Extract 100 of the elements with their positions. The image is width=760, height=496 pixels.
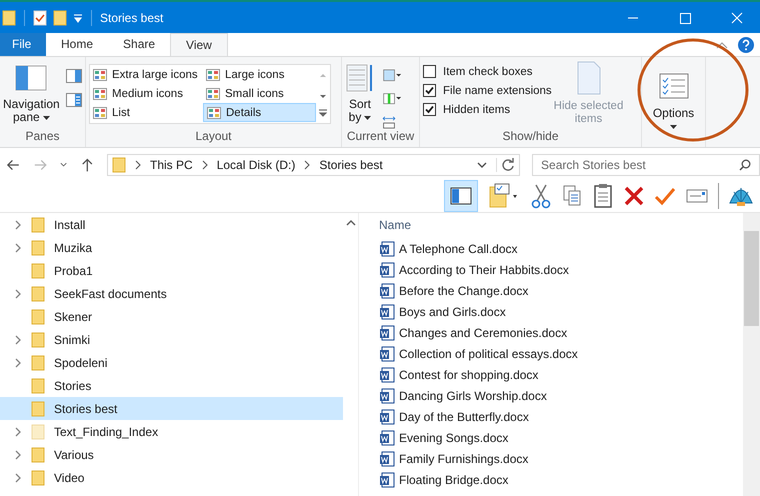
expand-chevron-icon[interactable] (14, 288, 22, 298)
search-field[interactable]: Search Stories best (532, 154, 760, 176)
layout-icon (93, 68, 107, 80)
preview-pane-icon[interactable] (444, 180, 478, 212)
chevron-icon[interactable] (303, 160, 312, 170)
folder-icon[interactable] (2, 10, 16, 26)
document-icon (379, 408, 395, 424)
tree-item[interactable]: Stories (0, 374, 343, 397)
tree-item[interactable]: Snimki (0, 328, 343, 351)
ribbon-tab[interactable]: View (170, 33, 228, 56)
scroll-up-icon[interactable] (346, 219, 356, 227)
dropdown-icon[interactable] (476, 160, 488, 170)
document-icon (379, 324, 395, 340)
size-columns-icon[interactable] (381, 116, 397, 129)
file-item[interactable]: A Telephone Call.docx (379, 238, 743, 259)
group-label: Panes (24, 129, 61, 145)
expand-chevron-icon[interactable] (14, 220, 22, 230)
document-icon (379, 430, 395, 446)
checkbox-label: Hidden items (443, 104, 510, 116)
tree-item[interactable]: Proba1 (0, 259, 343, 282)
layout-option[interactable]: List (90, 103, 203, 122)
tree-item[interactable]: Muzika (0, 236, 343, 259)
paste-icon[interactable] (592, 183, 614, 209)
folder-icon (112, 157, 126, 173)
checkbox[interactable] (423, 65, 436, 78)
navigation-pane-icon (15, 63, 48, 93)
document-icon (379, 472, 395, 488)
refresh-icon[interactable] (496, 158, 516, 172)
details-pane-icon[interactable] (66, 93, 82, 107)
expand-chevron-icon[interactable] (14, 242, 22, 252)
address-bar[interactable]: This PC Local Disk (D:) Stories best (107, 154, 520, 176)
file-item[interactable]: Floating Bridge.docx (379, 469, 743, 490)
layout-icon (206, 88, 220, 100)
file-item[interactable]: According to Their Habbits.docx (379, 259, 743, 280)
chevron-icon[interactable] (200, 160, 209, 170)
layout-icon (206, 68, 220, 80)
checkbox[interactable] (423, 103, 436, 116)
help-icon[interactable] (738, 36, 754, 52)
breadcrumb[interactable]: Local Disk (D:) (216, 158, 296, 172)
chevron-icon[interactable] (134, 160, 142, 170)
layout-option[interactable]: Details (203, 103, 316, 122)
expand-chevron-icon[interactable] (14, 426, 22, 436)
sort-by-button[interactable]: Sort by (345, 61, 375, 129)
search-icon (739, 159, 752, 171)
layout-icon (93, 88, 107, 100)
file-item[interactable]: Evening Songs.docx (379, 427, 743, 448)
document-icon (379, 262, 395, 278)
breadcrumb[interactable]: This PC (150, 158, 193, 172)
tree-item[interactable]: Text_Finding_Index (0, 420, 343, 443)
file-item[interactable]: Contest for shopping.docx (379, 364, 743, 385)
breadcrumb[interactable]: Stories best (319, 158, 383, 172)
file-item[interactable]: Boys and Girls.docx (379, 301, 743, 322)
tree-item[interactable]: Install (0, 213, 343, 236)
tree-item[interactable]: Skener (0, 305, 343, 328)
expand-chevron-icon[interactable] (14, 334, 22, 344)
layout-option[interactable]: Small icons (203, 84, 316, 103)
add-columns-icon[interactable] (381, 92, 403, 106)
file-item[interactable]: Family Furnishings.docx (379, 448, 743, 469)
group-label: Show/hide (501, 129, 560, 145)
layout-option[interactable]: Large icons (203, 65, 316, 84)
collapse-ribbon-icon[interactable] (716, 40, 728, 48)
ribbon-tab[interactable]: Home (46, 33, 108, 56)
document-icon (379, 450, 395, 466)
caret-icon (670, 125, 677, 129)
file-item[interactable]: Dancing Girls Worship.docx (379, 385, 743, 406)
group-label: Current view (346, 129, 416, 145)
caret-icon (42, 116, 50, 120)
expand-chevron-icon[interactable] (14, 358, 22, 368)
tree-item[interactable]: Spodeleni (0, 351, 343, 374)
ribbon-tab[interactable]: File (0, 33, 46, 56)
caret-icon (364, 116, 372, 120)
window-title: Stories best (100, 10, 164, 24)
properties-icon[interactable] (33, 10, 47, 26)
checkbox-label: File name extensions (443, 84, 552, 96)
checkbox[interactable] (423, 84, 436, 97)
column-header[interactable]: Name (379, 213, 743, 238)
navigation-pane-button[interactable]: Navigation pane (3, 61, 60, 129)
group-by-icon[interactable] (381, 69, 403, 82)
tree-item[interactable]: Various (0, 443, 343, 466)
file-item[interactable]: Day of the Butterfly.docx (379, 406, 743, 427)
expand-chevron-icon[interactable] (14, 450, 22, 460)
back-icon[interactable] (6, 157, 21, 173)
new-folder-icon[interactable] (53, 10, 67, 26)
layout-option[interactable]: Medium icons (90, 84, 203, 103)
layout-option[interactable]: Extra large icons (90, 65, 203, 84)
customize-icon[interactable] (73, 12, 83, 22)
scissors-icon[interactable] (530, 183, 552, 209)
expand-chevron-icon[interactable] (14, 472, 22, 482)
ribbon-tab[interactable]: Share (108, 33, 170, 56)
tree-item[interactable]: SeekFast documents (0, 282, 343, 305)
file-item[interactable]: Collection of political essays.docx (379, 343, 743, 364)
layout-icon (207, 106, 221, 118)
document-icon (379, 282, 395, 298)
file-item[interactable]: Changes and Ceremonies.docx (379, 322, 743, 343)
tree-item[interactable]: Video (0, 466, 343, 489)
document-icon (576, 61, 602, 95)
file-item[interactable]: Before the Change.docx (379, 280, 743, 301)
checkbox-label: Item check boxes (443, 66, 532, 78)
scrollbar[interactable] (743, 213, 760, 496)
tree-item[interactable]: Stories best (0, 397, 343, 420)
